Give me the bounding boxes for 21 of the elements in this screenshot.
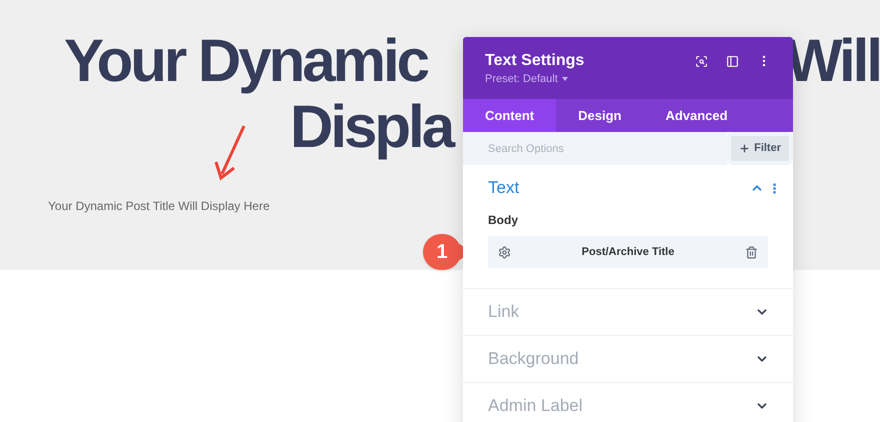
plus-icon: [739, 143, 750, 154]
fullscreen-icon[interactable]: [695, 54, 708, 68]
filter-button[interactable]: Filter: [727, 132, 793, 165]
dynamic-value: Post/Archive Title: [580, 244, 676, 260]
heading-text: Your Dynamic: [64, 28, 427, 94]
layout-icon[interactable]: [726, 54, 739, 68]
dynamic-content-field[interactable]: Post/Archive Title: [488, 236, 768, 268]
heading-text: Displa: [290, 93, 452, 160]
preset-dropdown[interactable]: Preset: Default: [485, 72, 568, 86]
tab[interactable]: Content: [463, 99, 556, 132]
panel-title: Text Settings: [485, 51, 586, 71]
settings-icon[interactable]: [498, 246, 511, 258]
caret-icon: [562, 77, 568, 81]
field-label: Body: [488, 212, 519, 229]
tab[interactable]: Advanced: [643, 99, 750, 132]
section-title[interactable]: Text: [488, 175, 750, 201]
search-field[interactable]: Search Options: [463, 132, 728, 165]
trash-icon[interactable]: [745, 246, 758, 258]
heading-text: Will: [786, 28, 880, 94]
tab[interactable]: Design: [556, 99, 644, 132]
caption-text: Your Dynamic Post Title Will Display Here: [48, 199, 270, 213]
